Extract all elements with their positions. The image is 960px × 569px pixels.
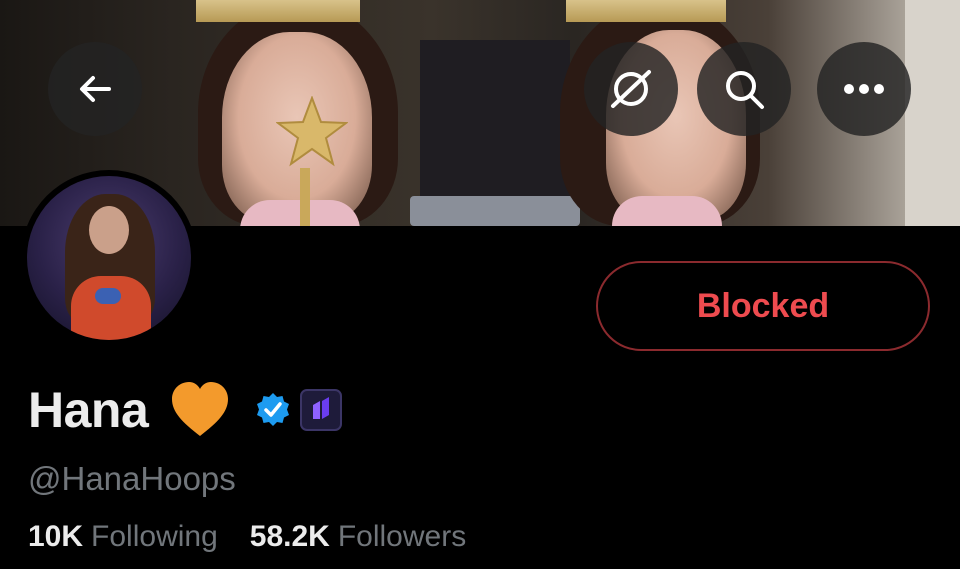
display-name: Hana xyxy=(28,382,149,438)
orange-heart-icon xyxy=(172,382,229,436)
following-count: 10K xyxy=(28,520,84,553)
profile-stats: 10K Following 58.2K Followers xyxy=(28,520,466,554)
following-stat[interactable]: 10K Following xyxy=(28,520,218,554)
followers-label: Followers xyxy=(337,520,467,553)
star-wand-icon xyxy=(276,96,348,167)
affiliate-badge-icon[interactable] xyxy=(300,389,343,431)
avatar-image xyxy=(27,176,191,340)
blocked-button[interactable]: Blocked xyxy=(596,261,930,351)
following-label: Following xyxy=(91,520,218,553)
profile-handle: @HanaHoops xyxy=(28,460,236,497)
verified-badge-icon[interactable] xyxy=(254,391,292,429)
hide-media-button[interactable] xyxy=(584,42,678,136)
eye-slash-icon xyxy=(611,70,651,108)
blocked-button-label: Blocked xyxy=(696,286,830,325)
back-button[interactable] xyxy=(48,42,142,136)
followers-stat[interactable]: 58.2K Followers xyxy=(250,520,466,554)
profile-name-row: Hana xyxy=(28,378,343,442)
search-button[interactable] xyxy=(697,42,791,136)
ellipsis-icon xyxy=(844,84,884,94)
search-icon xyxy=(726,71,764,109)
followers-count: 58.2K xyxy=(249,520,330,553)
more-options-button[interactable] xyxy=(817,42,911,136)
arrow-left-icon xyxy=(80,76,111,102)
avatar[interactable] xyxy=(21,170,197,346)
